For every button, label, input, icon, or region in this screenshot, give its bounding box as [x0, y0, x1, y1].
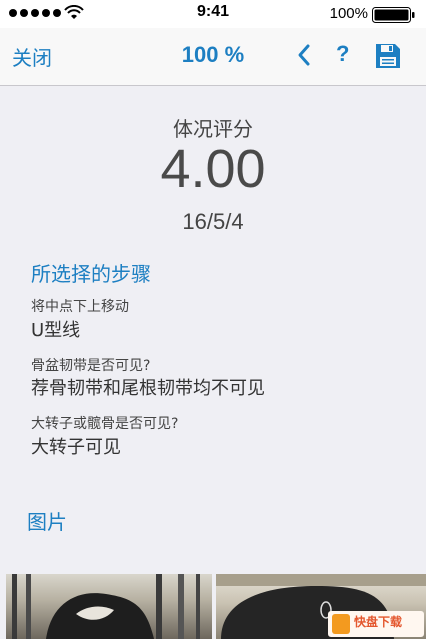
save-icon[interactable]	[374, 42, 402, 70]
status-bar: 9:41 100%	[0, 0, 426, 28]
step-answer: 荐骨韧带和尾根韧带均不可见	[31, 378, 265, 399]
battery-percentage: 100%	[329, 5, 368, 22]
steps-section-title: 所选择的步骤	[31, 262, 151, 286]
help-button[interactable]: ?	[336, 41, 349, 67]
score-date: 16/5/4	[182, 209, 244, 234]
watermark-text: 快盘下载	[354, 615, 403, 629]
step-question: 大转子或髋骨是否可见?	[31, 416, 179, 432]
step-question: 骨盆韧带是否可见?	[31, 358, 151, 374]
score-value: 4.00	[160, 139, 266, 199]
cow-photo[interactable]	[6, 574, 212, 639]
watermark-logo: 快盘下载	[328, 611, 424, 637]
step-answer: 大转子可见	[31, 437, 121, 458]
battery-icon	[372, 7, 415, 23]
close-button[interactable]: 关闭	[12, 42, 52, 71]
zoom-level[interactable]: 100 %	[150, 42, 276, 68]
cow-photo[interactable]: 快盘下载	[216, 574, 426, 639]
navigation-bar: 关闭 100 % ?	[0, 28, 426, 86]
step-answer: U型线	[31, 320, 81, 341]
cow-photo-illustration	[12, 574, 200, 639]
step-question: 将中点下上移动	[31, 299, 129, 315]
photos-section-title: 图片	[27, 510, 67, 534]
back-chevron-icon[interactable]	[294, 42, 314, 68]
